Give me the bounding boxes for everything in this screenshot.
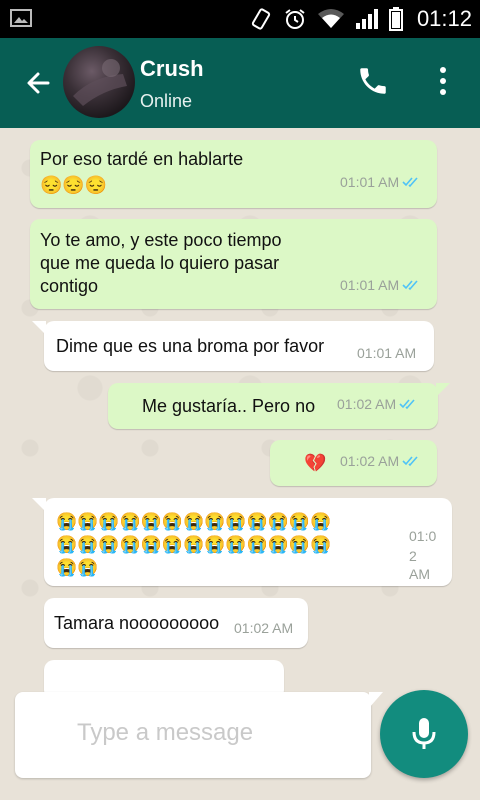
wifi-icon bbox=[317, 9, 344, 28]
status-bar: 01:12 bbox=[0, 0, 480, 38]
message-text: Tamara nooooooooo bbox=[54, 613, 220, 633]
message-emoji-line: 😭😭😭😭😭😭😭😭😭😭😭😭😭 bbox=[56, 535, 332, 554]
avatar-image bbox=[73, 59, 127, 106]
message-emoji-line: 😭😭 bbox=[56, 558, 99, 577]
message-meta: 01:01 AM bbox=[340, 174, 422, 190]
message-time: 01:02 AM bbox=[234, 620, 294, 636]
message-time: 01:01 AM bbox=[357, 345, 417, 361]
back-arrow-icon[interactable] bbox=[18, 63, 62, 103]
message-emoji: 💔 bbox=[304, 453, 327, 473]
status-time: 01:12 bbox=[416, 6, 472, 31]
phone-icon[interactable] bbox=[356, 64, 390, 98]
chat-header: Crush Online bbox=[0, 38, 480, 128]
battery-icon bbox=[388, 7, 403, 31]
message-time: 01:01 AM bbox=[340, 277, 400, 293]
contact-name[interactable]: Crush bbox=[140, 56, 204, 82]
mic-button[interactable] bbox=[380, 690, 468, 778]
alarm-icon bbox=[285, 9, 305, 29]
message-incoming[interactable]: Dime que es una broma por favor 01:01 AM bbox=[32, 321, 434, 371]
double-check-icon bbox=[402, 456, 418, 467]
double-check-icon bbox=[399, 399, 415, 410]
message-emoji: 😔😔😔 bbox=[40, 175, 108, 195]
message-incoming[interactable]: 😭😭😭😭😭😭😭😭😭😭😭😭😭 😭😭😭😭😭😭😭😭😭😭😭😭😭 😭😭 01:0 2 AM bbox=[32, 498, 452, 586]
message-incoming[interactable]: Tamara nooooooooo 01:02 AM bbox=[44, 598, 308, 648]
message-meta: 01:02 AM bbox=[340, 453, 422, 469]
message-meta: 01:01 AM bbox=[340, 277, 422, 293]
message-text-line: Yo te amo, y este poco tiempo bbox=[40, 230, 282, 250]
message-input[interactable] bbox=[75, 712, 349, 754]
message-outgoing[interactable]: Me gustaría.. Pero no 01:02 AM bbox=[108, 383, 450, 429]
message-time: 01:02 AM bbox=[337, 396, 397, 412]
contact-status: Online bbox=[140, 91, 193, 111]
message-text: Por eso tardé en hablarte bbox=[40, 149, 244, 169]
message-text-line: contigo bbox=[40, 276, 99, 296]
double-check-icon bbox=[402, 177, 418, 188]
message-time-line: 01:0 bbox=[409, 528, 437, 544]
message-emoji-line: 😭😭😭😭😭😭😭😭😭😭😭😭😭 bbox=[56, 512, 332, 531]
message-text-line: que me queda lo quiero pasar bbox=[40, 253, 280, 273]
more-options-icon[interactable] bbox=[430, 64, 456, 98]
double-check-icon bbox=[402, 280, 418, 291]
message-outgoing[interactable]: Por eso tardé en hablarte 😔😔😔 01:01 AM bbox=[30, 140, 437, 208]
message-meta: 01:02 AM bbox=[337, 396, 419, 412]
gallery-notification-icon bbox=[10, 9, 32, 27]
message-time-line: 2 bbox=[409, 548, 417, 564]
vibrate-icon bbox=[251, 8, 271, 30]
message-outgoing[interactable]: Yo te amo, y este poco tiempo que me que… bbox=[30, 219, 437, 309]
message-time: 01:02 AM bbox=[340, 453, 400, 469]
message-text: Dime que es una broma por favor bbox=[56, 336, 325, 356]
message-time: 01:01 AM bbox=[340, 174, 400, 190]
message-outgoing[interactable]: 💔 01:02 AM bbox=[270, 440, 437, 486]
microphone-icon bbox=[412, 718, 436, 749]
contact-avatar[interactable] bbox=[63, 46, 135, 118]
message-composer bbox=[15, 692, 383, 778]
message-text: Me gustaría.. Pero no bbox=[142, 396, 316, 416]
message-time-line: AM bbox=[409, 566, 430, 582]
signal-icon bbox=[355, 9, 378, 29]
